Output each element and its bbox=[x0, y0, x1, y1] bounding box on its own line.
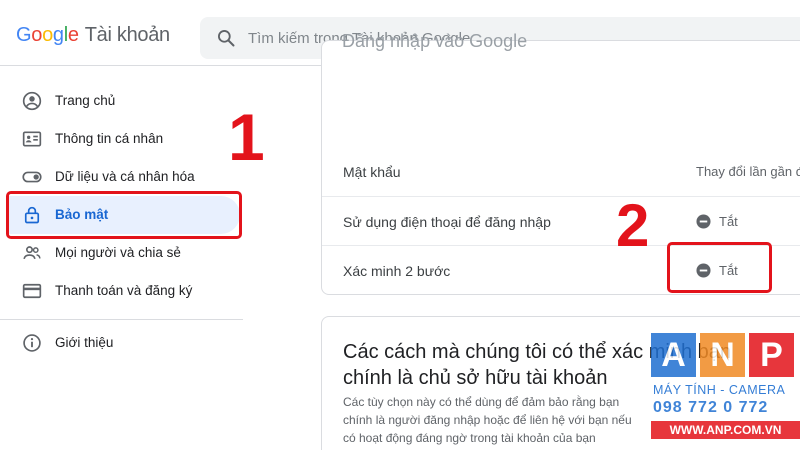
search-icon bbox=[218, 30, 235, 47]
sidebar-item-label: Trang chủ bbox=[55, 93, 116, 108]
row-label: Mật khẩu bbox=[343, 164, 401, 180]
row-value: Thay đổi lần gần đ bbox=[696, 164, 800, 179]
google-account-logo[interactable]: Google Tài khoản bbox=[16, 24, 170, 47]
phone-signin-row[interactable]: Sử dụng điện thoại để đăng nhập Tắt bbox=[322, 196, 800, 246]
annotation-step-2: 2 bbox=[616, 192, 650, 259]
password-row[interactable]: Mật khẩu Thay đổi lần gần đ bbox=[322, 147, 800, 197]
sidebar-item-people-sharing[interactable]: Mọi người và chia sẻ bbox=[8, 234, 240, 272]
logo-letter: o bbox=[42, 24, 53, 46]
anp-watermark: A N P MÁY TÍNH - CAMERA 098 772 0 772 WW… bbox=[651, 333, 800, 450]
annotation-highlight-two-step bbox=[667, 242, 772, 293]
info-icon bbox=[23, 334, 41, 352]
sidebar-item-payments-subscriptions[interactable]: Thanh toán và đăng ký bbox=[8, 272, 240, 310]
account-circle-icon bbox=[22, 91, 42, 111]
watermark-letter: A bbox=[651, 333, 696, 377]
sidebar-item-personal-info[interactable]: Thông tin cá nhân bbox=[8, 120, 240, 158]
watermark-letter: N bbox=[700, 333, 745, 377]
minus-circle-icon bbox=[696, 214, 711, 229]
row-value: Tắt bbox=[719, 214, 738, 229]
people-icon bbox=[23, 246, 41, 260]
sidebar-nav: Trang chủ Thông tin cá nhân Dữ liệu và c… bbox=[0, 66, 250, 450]
watermark-tagline: MÁY TÍNH - CAMERA bbox=[653, 383, 786, 397]
sidebar-item-label: Thanh toán và đăng ký bbox=[55, 283, 193, 298]
signin-card-title: Đăng nhập vào Google bbox=[342, 31, 528, 51]
logo-letter: e bbox=[67, 24, 79, 46]
row-label: Xác minh 2 bước bbox=[343, 263, 451, 279]
annotation-highlight-security bbox=[6, 191, 242, 239]
watermark-letter: P bbox=[749, 333, 794, 377]
sidebar-item-label: Thông tin cá nhân bbox=[55, 131, 164, 146]
sidebar-item-label: Giới thiệu bbox=[55, 335, 114, 350]
sidebar-divider bbox=[0, 319, 243, 320]
logo-letter: g bbox=[52, 24, 64, 46]
logo-letter: G bbox=[16, 24, 32, 46]
watermark-logo: A N P bbox=[651, 333, 794, 377]
watermark-phone: 098 772 0 772 bbox=[653, 399, 769, 416]
credit-card-icon bbox=[22, 283, 42, 299]
google-logo-text: Google bbox=[16, 24, 79, 46]
row-label: Sử dụng điện thoại để đăng nhập bbox=[343, 214, 551, 230]
page: GoogleTài khoản Trang chủ bbox=[0, 0, 800, 450]
sidebar-item-label: Mọi người và chia sẻ bbox=[55, 245, 181, 260]
annotation-step-1: 1 bbox=[228, 100, 265, 174]
sidebar-item-label: Dữ liệu và cá nhân hóa bbox=[55, 169, 195, 184]
toggle-icon bbox=[22, 171, 42, 183]
product-name: Tài khoản bbox=[84, 24, 170, 46]
verification-card-description: Các tùy chọn này có thể dùng để đảm bảo … bbox=[343, 395, 632, 445]
sidebar-item-about[interactable]: Giới thiệu bbox=[8, 324, 240, 362]
watermark-website: WWW.ANP.COM.VN bbox=[651, 421, 800, 439]
logo-letter: o bbox=[31, 24, 43, 46]
id-card-icon bbox=[22, 131, 42, 147]
sidebar-item-home[interactable]: Trang chủ bbox=[8, 82, 240, 120]
